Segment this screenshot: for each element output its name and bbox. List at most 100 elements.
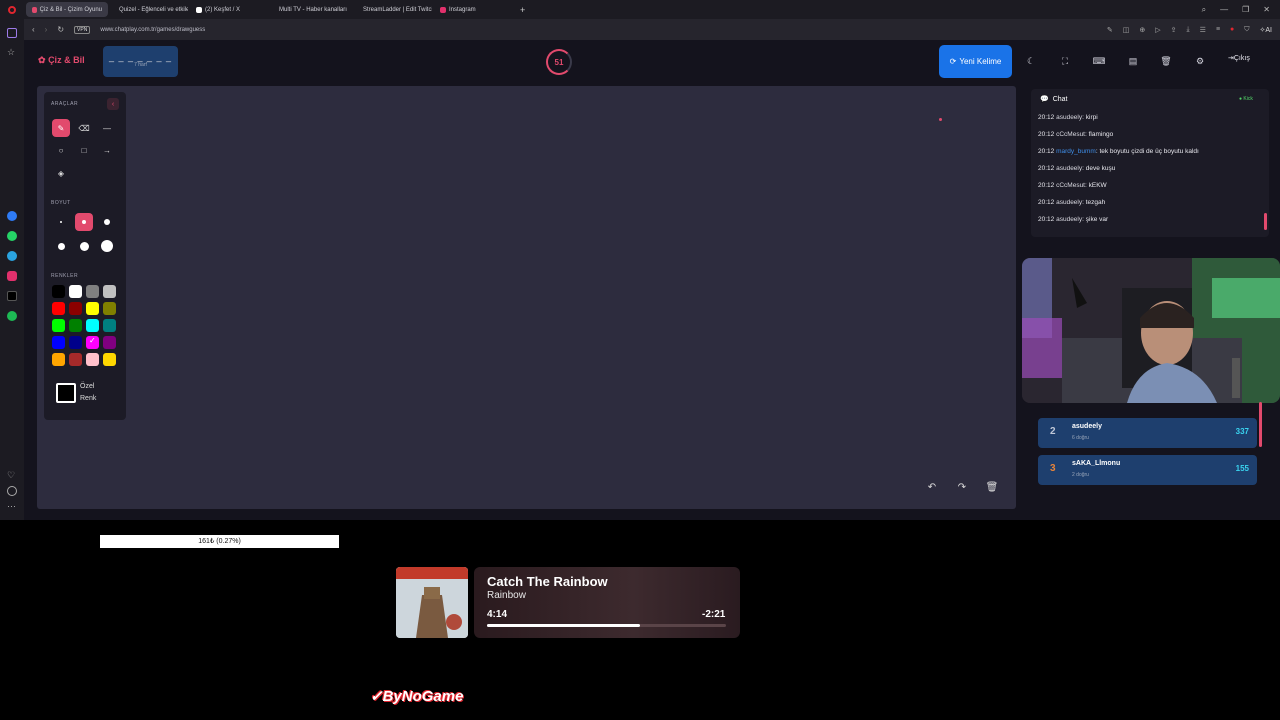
back-icon[interactable]: ‹ xyxy=(32,25,35,34)
redo-button[interactable]: ↷ xyxy=(954,479,970,495)
collapse-panel-button[interactable]: ‹ xyxy=(107,98,119,110)
color-swatch[interactable] xyxy=(52,285,65,298)
aria-ai-icon[interactable]: ✧AI xyxy=(1260,26,1272,34)
color-swatch[interactable] xyxy=(69,302,82,315)
settings-icon[interactable]: ⚙ xyxy=(1193,54,1207,68)
color-swatch[interactable] xyxy=(86,336,99,349)
shield-icon[interactable]: ⛉ xyxy=(1244,26,1249,34)
play-icon[interactable]: ▷ xyxy=(1155,26,1160,34)
size-6[interactable] xyxy=(98,237,116,255)
forward-icon[interactable]: › xyxy=(45,25,48,34)
color-swatch[interactable] xyxy=(103,353,116,366)
browser-tab[interactable]: Instagram xyxy=(434,2,512,17)
browser-tab[interactable]: Çiz & Bil - Çizim Oyunu xyxy=(26,2,108,17)
logout-button[interactable]: ⇥Çıkış xyxy=(1228,54,1250,62)
new-word-button[interactable]: ⟳ Yeni Kelime xyxy=(939,45,1012,78)
camera-icon[interactable]: ◫ xyxy=(1123,26,1130,34)
undo-button[interactable]: ↶ xyxy=(924,479,940,495)
tab-favicon-icon xyxy=(32,6,37,13)
color-swatch[interactable] xyxy=(52,336,65,349)
eraser-tool[interactable]: ⌫ xyxy=(75,119,93,137)
color-swatch[interactable] xyxy=(52,353,65,366)
clear-canvas-button[interactable]: 🗑 xyxy=(984,479,1000,495)
kick-status: ● Kick xyxy=(1239,96,1253,102)
color-swatch[interactable] xyxy=(86,353,99,366)
spotify-icon[interactable] xyxy=(7,311,17,321)
color-swatch[interactable] xyxy=(69,285,82,298)
more-icon[interactable]: ⋯ xyxy=(7,501,17,511)
archive-icon[interactable]: ▤ xyxy=(1126,54,1140,68)
pencil-tool[interactable]: ✎ xyxy=(52,119,70,137)
chat-username[interactable]: cCcMesut xyxy=(1056,131,1085,138)
rectangle-tool[interactable]: □ xyxy=(75,141,93,159)
drawing-canvas[interactable] xyxy=(37,86,1016,509)
color-swatch[interactable] xyxy=(86,319,99,332)
color-swatch[interactable] xyxy=(86,285,99,298)
arrow-tool[interactable]: → xyxy=(98,141,116,159)
color-swatch[interactable] xyxy=(52,302,65,315)
color-swatch[interactable] xyxy=(69,353,82,366)
x-icon[interactable] xyxy=(7,291,17,301)
reload-icon[interactable]: ↻ xyxy=(57,25,64,34)
color-swatch[interactable] xyxy=(103,302,116,315)
easy-setup-icon[interactable]: ☰ xyxy=(1200,26,1206,34)
maximize-button[interactable]: ❐ xyxy=(1242,5,1249,14)
chat-username[interactable]: asudeely xyxy=(1056,165,1082,172)
color-swatch[interactable] xyxy=(69,319,82,332)
home-icon[interactable] xyxy=(7,28,17,38)
chat-text: tezgah xyxy=(1085,199,1106,206)
chat-username[interactable]: cCcMesut xyxy=(1056,182,1085,189)
star-icon[interactable]: ☆ xyxy=(7,47,17,57)
close-window-button[interactable]: ✕ xyxy=(1263,5,1270,14)
search-tabs-icon[interactable]: ⌕ xyxy=(1202,5,1206,15)
size-4[interactable] xyxy=(52,237,70,255)
chat-scrollbar[interactable] xyxy=(1264,213,1267,230)
whatsapp-icon[interactable] xyxy=(7,231,17,241)
line-tool[interactable]: — xyxy=(98,119,116,137)
edit-page-icon[interactable]: ✎ xyxy=(1107,26,1113,34)
instagram-icon[interactable] xyxy=(7,271,17,281)
chat-username[interactable]: asudeely xyxy=(1056,114,1082,121)
circle-tool[interactable]: ○ xyxy=(52,141,70,159)
extensions-icon[interactable]: ⊕ xyxy=(1139,26,1145,34)
color-swatch[interactable] xyxy=(103,285,116,298)
heart-icon[interactable]: ♡ xyxy=(7,470,17,480)
download-icon[interactable]: ⤓ xyxy=(1187,26,1190,34)
color-swatch[interactable] xyxy=(103,319,116,332)
browser-tab[interactable]: Multi TV - Haber kanalları xyxy=(270,2,352,17)
url-field[interactable]: www.chatplay.com.tr/games/drawguess xyxy=(100,27,205,33)
share-icon[interactable]: ⇪ xyxy=(1171,26,1177,34)
chat-username[interactable]: mardy_bumm xyxy=(1056,148,1096,155)
vpn-badge[interactable]: VPN xyxy=(74,25,91,34)
browser-tab[interactable]: (2) Keşfet / X xyxy=(190,2,268,17)
size-5[interactable] xyxy=(75,237,93,255)
custom-color-picker[interactable] xyxy=(56,383,76,403)
color-swatch[interactable] xyxy=(103,336,116,349)
browser-tab-bar: Çiz & Bil - Çizim Oyunu Quizel - Eğlencel… xyxy=(0,0,1280,19)
chat-username[interactable]: asudeely xyxy=(1056,199,1082,206)
minimize-button[interactable]: — xyxy=(1220,5,1228,14)
chat-username[interactable]: asudeely xyxy=(1056,216,1082,223)
browser-tab[interactable]: Quizel - Eğlenceli ve etkile xyxy=(110,2,188,17)
color-swatch[interactable] xyxy=(86,302,99,315)
history-icon[interactable] xyxy=(7,486,17,496)
browser-logo-icon[interactable] xyxy=(8,5,16,14)
size-1[interactable] xyxy=(52,213,70,231)
browser-tab[interactable]: StreamLadder | Edit Twitch xyxy=(354,2,432,17)
keyboard-icon[interactable]: ⌨ xyxy=(1092,54,1106,68)
dark-mode-icon[interactable]: ☾ xyxy=(1024,54,1038,68)
messenger-icon[interactable] xyxy=(7,211,17,221)
color-swatch[interactable] xyxy=(69,336,82,349)
size-2[interactable] xyxy=(75,213,93,231)
telegram-icon[interactable] xyxy=(7,251,17,261)
fill-bucket-tool[interactable]: ◈ xyxy=(52,164,70,182)
size-3[interactable] xyxy=(98,213,116,231)
fullscreen-icon[interactable]: ⛶ xyxy=(1058,54,1072,68)
app-logo[interactable]: ✿ Çiz & Bil xyxy=(38,55,85,66)
leaderboard-scrollbar[interactable] xyxy=(1259,402,1262,447)
menu-icon[interactable]: ≡ xyxy=(1216,26,1220,33)
color-swatch[interactable] xyxy=(52,319,65,332)
adblock-icon[interactable]: ● xyxy=(1230,26,1234,33)
new-tab-button[interactable]: + xyxy=(520,5,525,15)
trash-icon[interactable]: 🗑 xyxy=(1159,54,1173,68)
